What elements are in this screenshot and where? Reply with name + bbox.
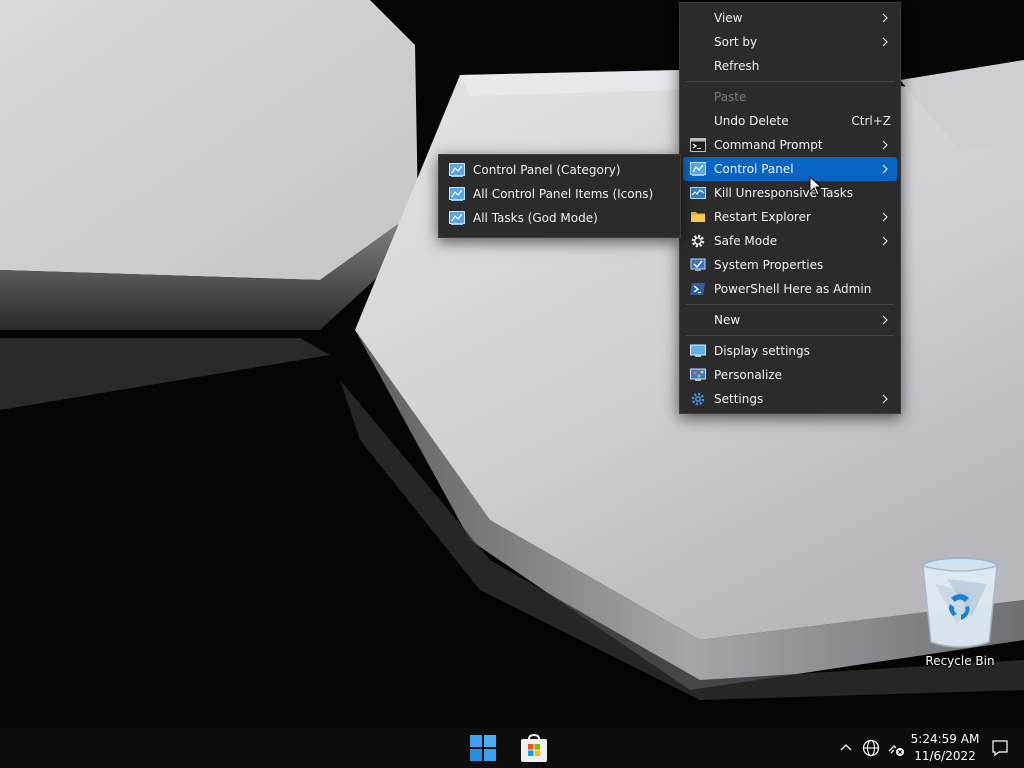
menu-item-label: Restart Explorer (714, 210, 811, 224)
menu-item-label: Refresh (714, 59, 760, 73)
chevron-up-icon (840, 744, 852, 751)
desktop-context-menu: View Sort by Refresh Paste Undo Delete Ctrl+Z… (679, 2, 901, 414)
menu-item-shortcut: Ctrl+Z (851, 114, 891, 128)
clock-time: 5:24:59 AM (910, 732, 980, 746)
notification-center-button[interactable] (990, 738, 1010, 758)
settings-gear-icon (690, 391, 706, 407)
language-button[interactable] (861, 738, 881, 758)
recycle-bin-icon (922, 557, 998, 648)
chevron-right-icon (881, 133, 891, 157)
menu-item-display-settings[interactable]: Display settings (683, 339, 897, 363)
control-panel-icon (449, 162, 465, 178)
menu-item-sort-by[interactable]: Sort by (683, 30, 897, 54)
menu-item-label: Settings (714, 392, 764, 406)
chevron-right-icon (881, 387, 891, 411)
menu-item-paste: Paste (683, 85, 897, 109)
start-button[interactable] (467, 732, 499, 764)
microsoft-store-button[interactable] (518, 732, 550, 764)
menu-item-label: System Properties (714, 258, 824, 272)
chevron-right-icon (881, 30, 891, 54)
chevron-right-icon (881, 205, 891, 229)
menu-item-label: Personalize (714, 368, 783, 382)
menu-item-all-control-panel-items-icons[interactable]: All Control Panel Items (Icons) (442, 182, 677, 206)
menu-item-label: PowerShell Here as Admin (714, 282, 872, 296)
menu-item-label: All Control Panel Items (Icons) (473, 187, 654, 201)
menu-item-control-panel[interactable]: Control Panel (683, 157, 897, 181)
task-manager-icon (690, 185, 706, 201)
control-panel-icon (449, 210, 465, 226)
menu-item-undo-delete[interactable]: Undo Delete Ctrl+Z (683, 109, 897, 133)
display-icon (690, 343, 706, 359)
menu-item-restart-explorer[interactable]: Restart Explorer (683, 205, 897, 229)
network-disconnected-icon (888, 745, 904, 756)
menu-item-label: Command Prompt (714, 138, 823, 152)
network-button[interactable] (886, 738, 906, 758)
powershell-icon (690, 281, 706, 297)
chevron-right-icon (881, 6, 891, 30)
menu-item-label: Display settings (714, 344, 810, 358)
menu-separator (686, 304, 894, 305)
taskbar-clock[interactable]: 5:24:59 AM 11/6/2022 (908, 731, 982, 765)
language-globe-icon (862, 739, 880, 757)
clock-date: 11/6/2022 (914, 749, 976, 763)
menu-separator (686, 335, 894, 336)
folder-icon (690, 209, 706, 225)
mouse-cursor-icon (809, 176, 823, 196)
gear-icon (690, 233, 706, 249)
taskbar: 5:24:59 AM 11/6/2022 (0, 728, 1024, 768)
recycle-bin-label: Recycle Bin (925, 654, 995, 668)
menu-item-all-tasks-god-mode[interactable]: All Tasks (God Mode) (442, 206, 677, 230)
menu-item-powershell-here-as-admin[interactable]: PowerShell Here as Admin (683, 277, 897, 301)
control-panel-submenu: Control Panel (Category) All Control Pane… (438, 154, 681, 238)
personalize-icon (690, 367, 706, 383)
menu-separator (686, 81, 894, 82)
menu-item-label: Kill Unresponsive Tasks (714, 186, 853, 200)
menu-item-label: Paste (714, 90, 747, 104)
recycle-bin[interactable]: Recycle Bin (917, 554, 1003, 674)
menu-item-label: New (714, 313, 741, 327)
chevron-right-icon (881, 157, 891, 181)
menu-item-view[interactable]: View (683, 6, 897, 30)
show-hidden-icons-button[interactable] (836, 738, 856, 758)
menu-item-new[interactable]: New (683, 308, 897, 332)
menu-item-kill-unresponsive-tasks[interactable]: Kill Unresponsive Tasks (683, 181, 897, 205)
command-prompt-icon (690, 137, 706, 153)
menu-item-label: Control Panel (714, 162, 794, 176)
chevron-right-icon (881, 308, 891, 332)
menu-item-label: Sort by (714, 35, 758, 49)
menu-item-system-properties[interactable]: System Properties (683, 253, 897, 277)
control-panel-icon (449, 186, 465, 202)
chevron-right-icon (881, 229, 891, 253)
menu-item-label: Control Panel (Category) (473, 163, 621, 177)
menu-item-command-prompt[interactable]: Command Prompt (683, 133, 897, 157)
menu-item-label: View (714, 11, 743, 25)
control-panel-icon (690, 161, 706, 177)
menu-item-refresh[interactable]: Refresh (683, 54, 897, 78)
microsoft-store-icon (521, 733, 547, 762)
windows-start-icon (470, 735, 496, 761)
menu-item-label: Undo Delete (714, 114, 789, 128)
menu-item-personalize[interactable]: Personalize (683, 363, 897, 387)
menu-item-label: Safe Mode (714, 234, 778, 248)
notification-icon (992, 740, 1008, 757)
menu-item-safe-mode[interactable]: Safe Mode (683, 229, 897, 253)
menu-item-label: All Tasks (God Mode) (473, 211, 598, 225)
menu-item-control-panel-category[interactable]: Control Panel (Category) (442, 158, 677, 182)
system-properties-icon (690, 257, 706, 273)
menu-item-settings[interactable]: Settings (683, 387, 897, 411)
